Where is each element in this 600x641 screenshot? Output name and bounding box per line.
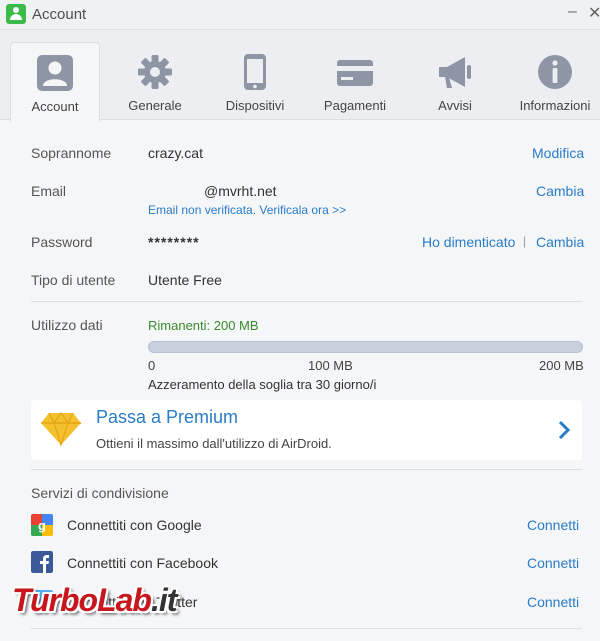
facebook-icon: [31, 551, 53, 573]
data-usage-bar: [148, 341, 583, 353]
svg-text:g: g: [38, 518, 46, 533]
phone-icon: [244, 54, 266, 90]
title-bar: Account – ✕: [0, 0, 600, 30]
user-type-label: Tipo di utente: [31, 272, 116, 288]
nickname-label: Soprannome: [31, 145, 112, 161]
reset-note: Azzeramento della soglia tra 30 giorno/i: [148, 377, 377, 392]
tab-dispositivi[interactable]: Dispositivi: [210, 42, 300, 120]
watermark-suffix: .it: [150, 582, 177, 618]
divider: [31, 301, 582, 302]
diamond-icon: [41, 411, 81, 447]
premium-title: Passa a Premium: [96, 407, 239, 427]
change-email-link[interactable]: Cambia: [536, 183, 584, 199]
data-usage-label: Utilizzo dati: [31, 317, 103, 333]
remaining-data: Rimanenti: 200 MB: [148, 318, 259, 333]
divider: [31, 628, 582, 629]
password-value: ********: [148, 234, 200, 250]
email-value: @mvrht.net: [204, 183, 277, 199]
turbolab-watermark: TurboLab.it: [12, 582, 177, 619]
tick-label: 0: [148, 358, 156, 373]
tab-label: Account: [31, 99, 79, 114]
password-label: Password: [31, 234, 93, 250]
edit-nickname-link[interactable]: Modifica: [532, 145, 584, 161]
tab-account[interactable]: Account: [10, 42, 100, 122]
premium-card[interactable]: Passa a Premium Ottieni il massimo dall'…: [31, 400, 582, 460]
twitter-connect-link[interactable]: Connetti: [527, 594, 579, 610]
tab-label: Pagamenti: [323, 98, 387, 113]
chevron-right-icon: [558, 420, 571, 440]
tab-label: Generale: [128, 98, 182, 113]
verify-email-link[interactable]: Email non verificata. Verificala ora >>: [148, 203, 346, 217]
tab-label: Informazioni: [519, 98, 591, 113]
facebook-connect-label: Connettiti con Facebook: [67, 555, 218, 571]
watermark-text: TurboLab: [12, 582, 152, 618]
email-label: Email: [31, 183, 67, 199]
google-connect-link[interactable]: Connetti: [527, 517, 579, 533]
tick-label: 200 MB: [539, 358, 584, 373]
google-connect-label: Connettiti con Google: [67, 517, 202, 533]
premium-subtitle: Ottieni il massimo dall'utilizzo di AirD…: [96, 436, 332, 451]
nickname-value: crazy.cat: [148, 145, 203, 161]
divider: [31, 469, 582, 470]
megaphone-icon: [439, 57, 471, 88]
close-button[interactable]: ✕: [588, 3, 600, 23]
tab-label: Dispositivi: [225, 98, 285, 113]
gear-icon: [138, 55, 172, 89]
forgot-password-link[interactable]: Ho dimenticato: [422, 234, 515, 250]
tab-informazioni[interactable]: Informazioni: [510, 42, 600, 120]
minimize-button[interactable]: –: [568, 3, 577, 21]
info-icon: [538, 55, 572, 89]
user-type-value: Utente Free: [148, 272, 222, 288]
link-separator: |: [523, 234, 527, 248]
change-password-link[interactable]: Cambia: [536, 234, 584, 250]
credit-card-icon: [337, 60, 373, 86]
google-icon: g: [31, 514, 53, 536]
window-title: Account: [32, 6, 87, 23]
tick-label: 100 MB: [308, 358, 353, 373]
sharing-header: Servizi di condivisione: [31, 485, 169, 501]
facebook-connect-link[interactable]: Connetti: [527, 555, 579, 571]
tab-pagamenti[interactable]: Pagamenti: [310, 42, 400, 120]
user-icon: [37, 55, 73, 91]
tab-label: Avvisi: [438, 98, 472, 113]
airdroid-logo-icon: [6, 4, 26, 24]
tab-avvisi[interactable]: Avvisi: [410, 42, 500, 120]
tab-generale[interactable]: Generale: [110, 42, 200, 120]
